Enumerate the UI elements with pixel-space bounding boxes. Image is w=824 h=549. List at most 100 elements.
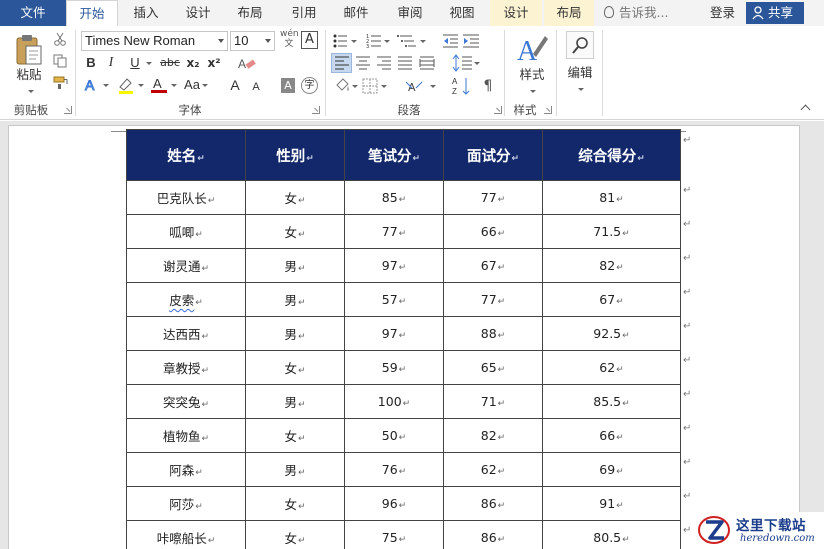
copy-icon[interactable]	[53, 54, 67, 68]
change-case-button[interactable]: Aa	[184, 76, 208, 94]
paragraph-launcher[interactable]	[494, 106, 502, 114]
paste-dropdown[interactable]	[24, 82, 36, 100]
table-cell[interactable]: 植物鱼↵	[126, 418, 246, 453]
table-cell[interactable]: 96↵	[344, 486, 444, 521]
table-cell[interactable]: 77↵	[443, 180, 543, 215]
table-cell[interactable]: 77↵	[344, 214, 444, 249]
table-cell[interactable]: 达西西↵	[126, 316, 246, 351]
tab-layout[interactable]: 布局	[228, 0, 272, 26]
sort-icon[interactable]: AZ	[452, 76, 472, 96]
table-cell[interactable]: 75↵	[344, 520, 444, 549]
phonetic-guide-icon[interactable]: wén 文	[280, 29, 299, 49]
header-cell[interactable]: 性别↵	[245, 129, 345, 181]
underline-dropdown[interactable]	[143, 54, 153, 72]
styles-dropdown[interactable]	[526, 82, 538, 100]
table-cell[interactable]: 81↵	[542, 180, 681, 215]
clear-formatting-icon[interactable]: A	[238, 56, 256, 72]
tell-me-search[interactable]: 告诉我...	[604, 0, 668, 26]
table-cell[interactable]: 66↵	[542, 418, 681, 453]
editing-icon-box[interactable]	[566, 31, 594, 59]
table-cell[interactable]: 85↵	[344, 180, 444, 215]
paste-icon[interactable]	[14, 32, 44, 66]
char-shading-icon[interactable]: A	[281, 78, 295, 93]
table-cell[interactable]: 谢灵通↵	[126, 248, 246, 283]
tab-view[interactable]: 视图	[440, 0, 484, 26]
tab-file[interactable]: 文件	[0, 0, 66, 26]
table-cell[interactable]: 57↵	[344, 282, 444, 317]
text-effects-dropdown[interactable]	[100, 76, 110, 94]
table-cell[interactable]: 女↵	[245, 486, 345, 521]
enclose-char-icon[interactable]: 字	[301, 77, 318, 94]
header-cell[interactable]: 姓名↵	[126, 129, 246, 181]
table-cell[interactable]: 71.5↵	[542, 214, 681, 249]
bold-button[interactable]: B	[84, 54, 98, 72]
font-color-dropdown[interactable]	[168, 76, 178, 94]
table-cell[interactable]: 男↵	[245, 248, 345, 283]
table-cell[interactable]: 女↵	[245, 214, 345, 249]
tab-insert[interactable]: 插入	[124, 0, 168, 26]
table-cell[interactable]: 69↵	[542, 452, 681, 487]
font-size-select[interactable]: 10	[230, 31, 275, 51]
table-cell[interactable]: 女↵	[245, 418, 345, 453]
table-cell[interactable]: 突突兔↵	[126, 384, 246, 419]
tab-table-layout[interactable]: 布局	[544, 0, 594, 26]
table-cell[interactable]: 男↵	[245, 316, 345, 351]
table-cell[interactable]: 67↵	[443, 248, 543, 283]
table-cell[interactable]: 76↵	[344, 452, 444, 487]
subscript-button[interactable]: x₂	[185, 54, 201, 72]
styles-icon[interactable]: A	[515, 32, 549, 66]
table-cell[interactable]: 71↵	[443, 384, 543, 419]
table-cell[interactable]: 50↵	[344, 418, 444, 453]
text-effects-icon[interactable]: A	[84, 77, 100, 93]
borders-icon[interactable]	[362, 78, 388, 94]
table-cell[interactable]: 88↵	[443, 316, 543, 351]
indent-buttons[interactable]	[442, 33, 482, 49]
table-cell[interactable]: 62↵	[542, 350, 681, 385]
table-cell[interactable]: 100↵	[344, 384, 444, 419]
header-cell[interactable]: 笔试分↵	[344, 129, 444, 181]
table-cell[interactable]: 85.5↵	[542, 384, 681, 419]
tab-table-design[interactable]: 设计	[490, 0, 542, 26]
table-cell[interactable]: 82↵	[443, 418, 543, 453]
format-painter-icon[interactable]	[53, 76, 69, 90]
char-border-icon[interactable]: A	[301, 31, 318, 49]
table-cell[interactable]: 77↵	[443, 282, 543, 317]
table-cell[interactable]: 女↵	[245, 180, 345, 215]
shrink-font-button[interactable]: A	[250, 78, 262, 96]
table-cell[interactable]: 92.5↵	[542, 316, 681, 351]
table-cell[interactable]: 皮索↵	[126, 282, 246, 317]
highlight-dropdown[interactable]	[135, 76, 145, 94]
chinese-layout-icon[interactable]: A	[406, 78, 440, 94]
show-marks-button[interactable]: ¶	[480, 77, 496, 95]
table-cell[interactable]: 65↵	[443, 350, 543, 385]
tab-home[interactable]: 开始	[66, 0, 118, 27]
header-cell[interactable]: 面试分↵	[443, 129, 543, 181]
grow-font-button[interactable]: A	[228, 76, 242, 94]
table-cell[interactable]: 男↵	[245, 452, 345, 487]
table-cell[interactable]: 女↵	[245, 350, 345, 385]
table-cell[interactable]: 82↵	[542, 248, 681, 283]
table-cell[interactable]: 呱唧↵	[126, 214, 246, 249]
header-cell[interactable]: 综合得分↵	[542, 129, 681, 181]
share-button[interactable]: 共享	[746, 2, 804, 24]
table-cell[interactable]: 91↵	[542, 486, 681, 521]
table-cell[interactable]: 巴克队长↵	[126, 180, 246, 215]
font-color-icon[interactable]: A	[150, 76, 168, 94]
highlight-color-icon[interactable]	[117, 76, 135, 94]
table-cell[interactable]: 86↵	[443, 520, 543, 549]
font-name-select[interactable]: Times New Roman	[81, 31, 228, 51]
table-cell[interactable]: 97↵	[344, 316, 444, 351]
table-cell[interactable]: 67↵	[542, 282, 681, 317]
table-cell[interactable]: 男↵	[245, 282, 345, 317]
clipboard-launcher[interactable]	[64, 106, 72, 114]
styles-launcher[interactable]	[544, 106, 552, 114]
table-cell[interactable]: 男↵	[245, 384, 345, 419]
score-table[interactable]: 姓名↵ 性别↵ 笔试分↵ 面试分↵ 综合得分↵ 巴克队长↵ 女↵ 85↵ 77↵ 81↵ 呱唧↵ 女…	[126, 129, 681, 549]
table-cell[interactable]: 章教授↵	[126, 350, 246, 385]
superscript-button[interactable]: x²	[206, 54, 222, 72]
table-cell[interactable]: 66↵	[443, 214, 543, 249]
table-cell[interactable]: 阿莎↵	[126, 486, 246, 521]
table-cell[interactable]: 59↵	[344, 350, 444, 385]
cut-icon[interactable]	[53, 32, 67, 46]
login-link[interactable]: 登录	[710, 0, 735, 26]
